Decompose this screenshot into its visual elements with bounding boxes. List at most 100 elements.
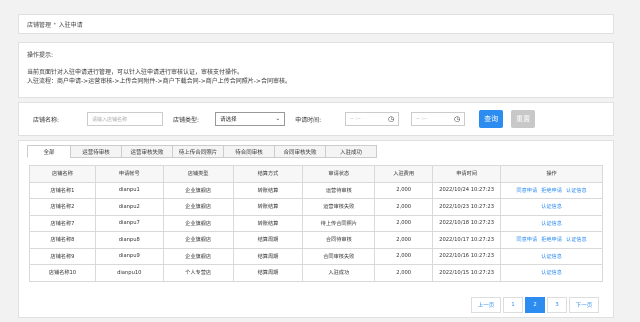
page-2-button[interactable]: 2 [525,297,545,313]
op-link[interactable]: 认证信息 [566,237,587,243]
cell-ops: 同意申请 拒绝申请 认证信息 [500,231,603,249]
cell-account: dianpu1 [94,181,164,199]
table-row: 店铺名称8 dianpu8 企业旗舰店 结算周期 合同待审核 2,000 2022/10/1… [29,231,603,249]
filter-bar: 店铺名称: 请输入店铺名称 店铺类型: 请选择 ⌄ 申请时间: -- :-- ◷… [18,102,614,136]
cell-type: 企业旗舰店 [162,181,234,199]
table-row: 店铺名称2 dianpu2 企业旗舰店 转账结算 运营审核失败 2,000 2022/10/… [29,198,603,216]
op-link[interactable]: 认证信息 [541,204,562,210]
pagination: 上一页 1 2 3 下一页 [469,297,599,313]
cell-type: 个人专营店 [162,264,234,282]
col-header: 操作 [500,165,603,183]
chevron-down-icon: ⌄ [275,116,281,122]
main-panel: 全部 运营待审核 运营审核失败 待上传合同照片 待合同审核 合同审核失败 入驻成… [18,140,614,318]
cell-name: 店铺名称2 [29,198,96,216]
page-3-button[interactable]: 3 [547,297,567,313]
cell-fee: 2,000 [374,214,434,232]
cell-settle: 结算周期 [232,264,304,282]
cell-account: dianpu2 [94,198,164,216]
breadcrumb: 店铺管理 • 入驻申请 [18,14,614,34]
col-header: 入驻费用 [374,165,434,183]
tab-ops-pending[interactable]: 运营待审核 [70,145,122,158]
date-from-text: -- :-- [350,116,361,122]
cell-account: dianpu7 [94,214,164,232]
table-header-row: 店铺名称 申请帐号 店铺类型 结算方式 审请状态 入驻费用 申请时间 操作 [29,165,603,183]
application-table: 店铺名称 申请帐号 店铺类型 结算方式 审请状态 入驻费用 申请时间 操作 店铺… [29,165,603,282]
apply-time-label: 申请时间: [295,116,322,124]
cell-account: dianpu10 [94,264,164,282]
cell-type: 企业旗舰店 [162,231,234,249]
cell-fee: 2,000 [374,247,434,265]
table-row: 店铺名称7 dianpu7 企业旗舰店 转账结算 待上传合同照片 2,000 2022/10… [29,214,603,232]
cell-status: 入驻成功 [302,264,376,282]
shop-type-select[interactable]: 请选择 ⌄ [215,112,286,126]
col-header: 审请状态 [302,165,376,183]
tab-upload-contract[interactable]: 待上传合同照片 [172,145,224,158]
breadcrumb-current: 入驻申请 [58,21,83,29]
cell-time: 2022/10/18 10:27:23 [432,214,502,232]
tips-line-1: 当前页面针对入驻申请进行管理，可以针入驻申请进行审核认证，审核支付操作。 [27,69,244,76]
op-link[interactable]: 认证信息 [541,254,562,260]
shop-type-value: 请选择 [220,117,237,123]
cell-fee: 2,000 [374,181,434,199]
cell-ops: 认证信息 [500,247,603,265]
op-link[interactable]: 认证信息 [541,270,562,276]
cell-fee: 2,000 [374,264,434,282]
tips-panel: 操作提示: 当前页面针对入驻申请进行管理，可以针入驻申请进行审核认证，审核支付操… [18,42,614,98]
table-row: 店铺名称9 dianpu9 企业旗舰店 结算周期 合同审核失败 2,000 2022/10/… [29,247,603,265]
col-header: 结算方式 [232,165,304,183]
table-row: 店铺名称1 dianpu1 企业旗舰店 转账结算 运营待审核 2,000 2022/10/2… [29,181,603,199]
clock-icon: ◷ [387,115,395,123]
cell-account: dianpu9 [94,247,164,265]
tab-success[interactable]: 入驻成功 [325,145,377,158]
cell-settle: 转账结算 [232,198,304,216]
cell-name: 店铺名称10 [29,264,96,282]
breadcrumb-parent[interactable]: 店铺管理 [27,20,51,29]
op-link[interactable]: 拒绝申请 [541,188,562,194]
cell-name: 店铺名称1 [29,181,96,199]
cell-status: 合同待审核 [302,231,376,249]
cell-name: 店铺名称8 [29,231,96,249]
cell-settle: 结算周期 [232,231,304,249]
clock-icon: ◷ [453,115,461,123]
cell-type: 企业旗舰店 [162,198,234,216]
shop-type-label: 店铺类型: [173,116,200,124]
tab-ops-failed[interactable]: 运营审核失败 [121,145,173,158]
cell-fee: 2,000 [374,198,434,216]
tab-all[interactable]: 全部 [27,145,71,158]
query-button[interactable]: 查询 [479,110,504,128]
cell-time: 2022/10/15 10:27:23 [432,264,502,282]
op-link[interactable]: 同意申请 [516,237,537,243]
cell-time: 2022/10/24 10:27:23 [432,181,502,199]
col-header: 店铺名称 [29,165,96,183]
tab-contract-pending[interactable]: 待合同审核 [223,145,275,158]
tips-line-2: 入驻流程：商户申请->运营审核->上传合同附件->商户下载合同->商户上传合同照… [27,78,291,85]
cell-ops: 认证信息 [500,214,603,232]
next-page-button[interactable]: 下一页 [569,297,599,313]
page-1-button[interactable]: 1 [503,297,523,313]
breadcrumb-separator: • [53,20,57,28]
date-to-input[interactable]: -- :-- ◷ [411,112,466,126]
op-link[interactable]: 拒绝申请 [541,237,562,243]
col-header: 申请帐号 [94,165,164,183]
tab-contract-failed[interactable]: 合同审核失败 [274,145,326,158]
cell-time: 2022/10/16 10:27:23 [432,247,502,265]
shop-name-input[interactable]: 请输入店铺名称 [87,112,164,126]
table-row: 店铺名称10 dianpu10 个人专营店 结算周期 入驻成功 2,000 2022/10/… [29,264,603,282]
op-link[interactable]: 认证信息 [541,221,562,227]
op-link[interactable]: 认证信息 [566,188,587,194]
cell-ops: 认证信息 [500,264,603,282]
cell-settle: 转账结算 [232,214,304,232]
cell-ops: 同意申请 拒绝申请 认证信息 [500,181,603,199]
date-from-input[interactable]: -- :-- ◷ [345,112,400,126]
reset-button[interactable]: 重置 [511,110,536,128]
cell-status: 运营待审核 [302,181,376,199]
cell-status: 待上传合同照片 [302,214,376,232]
cell-settle: 结算周期 [232,247,304,265]
shop-name-label: 店铺名称: [33,116,60,124]
tips-title: 操作提示: [27,52,54,59]
date-to-text: -- :-- [416,116,427,122]
cell-settle: 转账结算 [232,181,304,199]
op-link[interactable]: 同意申请 [516,188,537,194]
cell-status: 合同审核失败 [302,247,376,265]
prev-page-button[interactable]: 上一页 [471,297,501,313]
